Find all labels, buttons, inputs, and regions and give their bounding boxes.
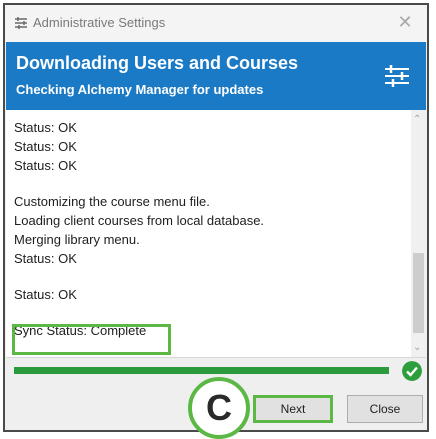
log-scrollbar[interactable]: ⌃ ⌄: [411, 110, 426, 357]
sync-log-lines: Status: OK Status: OK Status: OK Customizin…: [14, 118, 264, 340]
log-spacer: [14, 268, 264, 285]
settings-sliders-icon: [385, 65, 409, 87]
header-banner: Downloading Users and Courses Checking A…: [6, 42, 426, 110]
log-line: Status: OK: [14, 158, 77, 173]
log-line: Status: OK: [14, 139, 77, 154]
app-icon: [15, 17, 27, 29]
sync-log-panel[interactable]: Status: OK Status: OK Status: OK Customizin…: [6, 110, 426, 358]
log-line: Status: OK: [14, 251, 77, 266]
step-callout-c: C: [188, 377, 250, 439]
log-line: Status: OK: [14, 287, 77, 302]
log-spacer: [14, 304, 264, 321]
log-line: Merging library menu.: [14, 232, 140, 247]
log-spacer: [14, 175, 264, 192]
close-button[interactable]: Close: [347, 395, 423, 423]
sync-status-highlight: [12, 324, 171, 355]
log-line: Customizing the course menu file.: [14, 194, 210, 209]
check-circle-icon: [402, 361, 422, 381]
banner-title: Downloading Users and Courses: [16, 53, 299, 73]
scroll-up-icon[interactable]: ⌃: [413, 114, 421, 125]
log-line: Loading client courses from local databa…: [14, 213, 265, 228]
scroll-down-icon[interactable]: ⌄: [413, 342, 421, 353]
close-icon[interactable]: ✕: [393, 10, 417, 34]
banner-subtitle: Checking Alchemy Manager for updates: [16, 82, 264, 97]
next-button[interactable]: Next: [253, 395, 333, 423]
window-title: Administrative Settings: [33, 15, 166, 30]
sync-progress-fill: [14, 367, 389, 374]
title-bar: Administrative Settings ✕: [5, 5, 427, 42]
scroll-thumb[interactable]: [413, 253, 424, 333]
sync-progress-bar: [14, 367, 389, 374]
log-line: Status: OK: [14, 120, 77, 135]
admin-settings-dialog: Administrative Settings ✕ Downloading Us…: [3, 3, 429, 439]
